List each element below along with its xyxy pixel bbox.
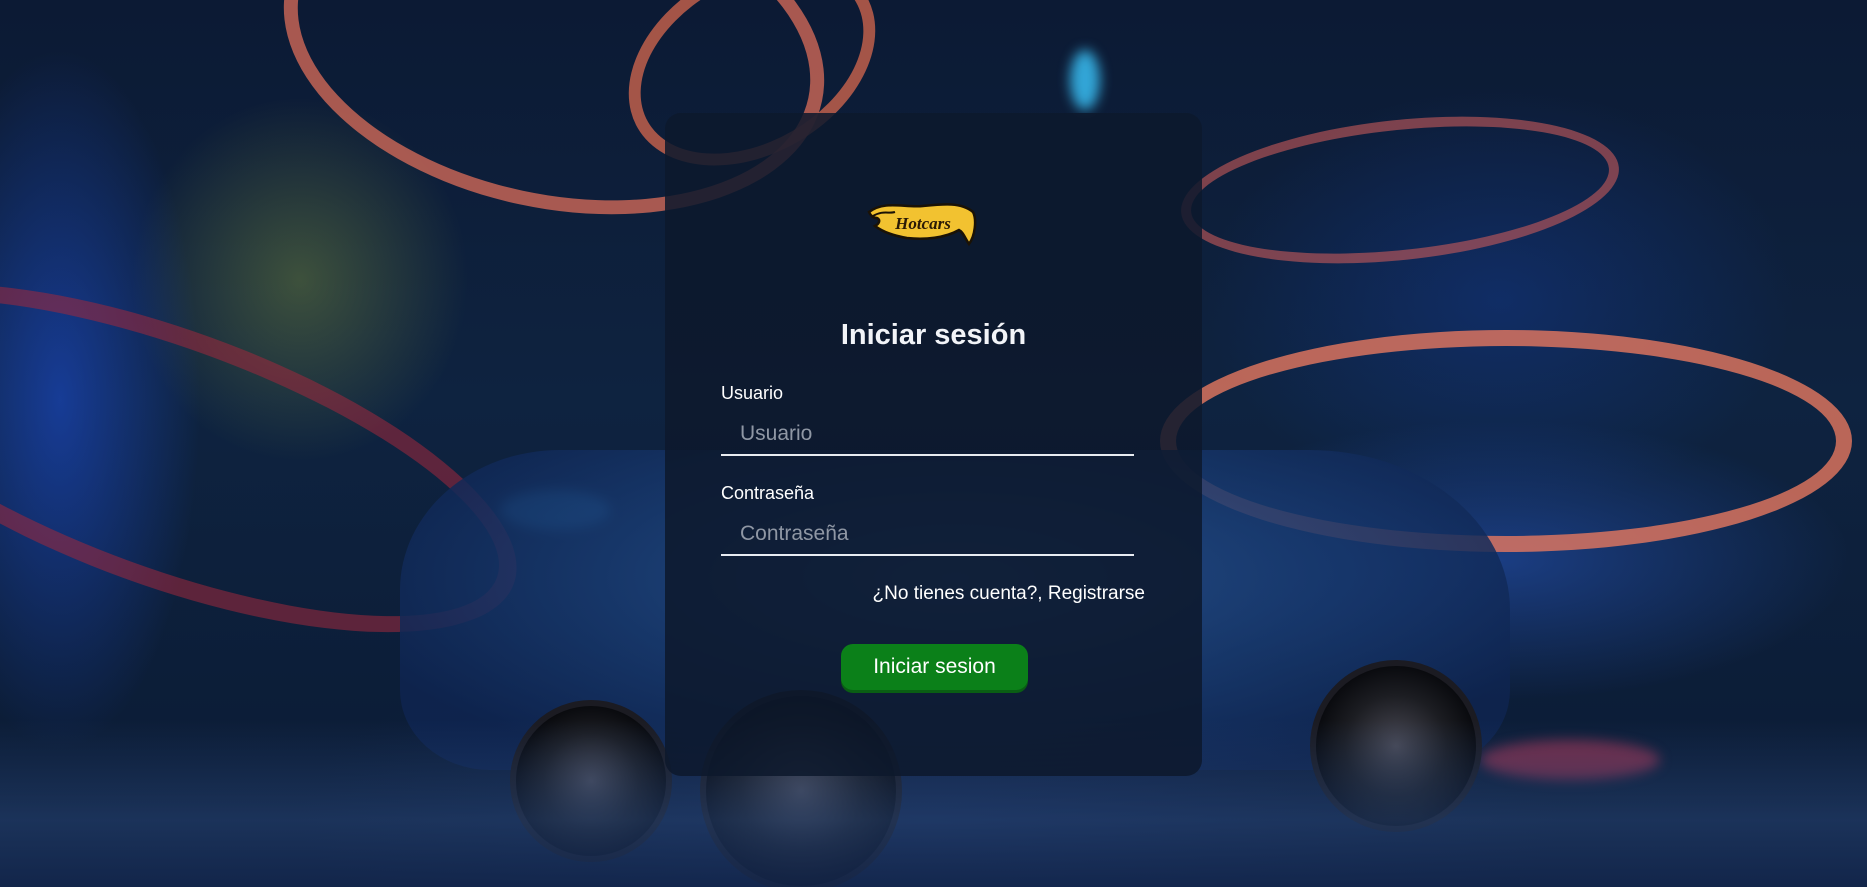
login-submit-button[interactable]: Iniciar sesion [841,644,1028,690]
password-label: Contraseña [721,483,815,503]
username-label: Usuario [721,383,784,403]
username-input[interactable] [721,414,1134,456]
login-card: Hotcars Iniciar sesión Usuario Contraseñ… [665,113,1202,776]
flame-logo-icon: Hotcars [867,203,977,247]
track-loop-decor [1173,97,1627,283]
hotcars-logo: Hotcars [865,198,980,250]
password-input[interactable] [721,514,1134,556]
svg-text:Hotcars: Hotcars [894,214,951,233]
register-link[interactable]: ¿No tienes cuenta?, Registrarse [873,583,1145,605]
page-title: Iniciar sesión [840,319,1027,351]
light-glow [1070,50,1100,110]
